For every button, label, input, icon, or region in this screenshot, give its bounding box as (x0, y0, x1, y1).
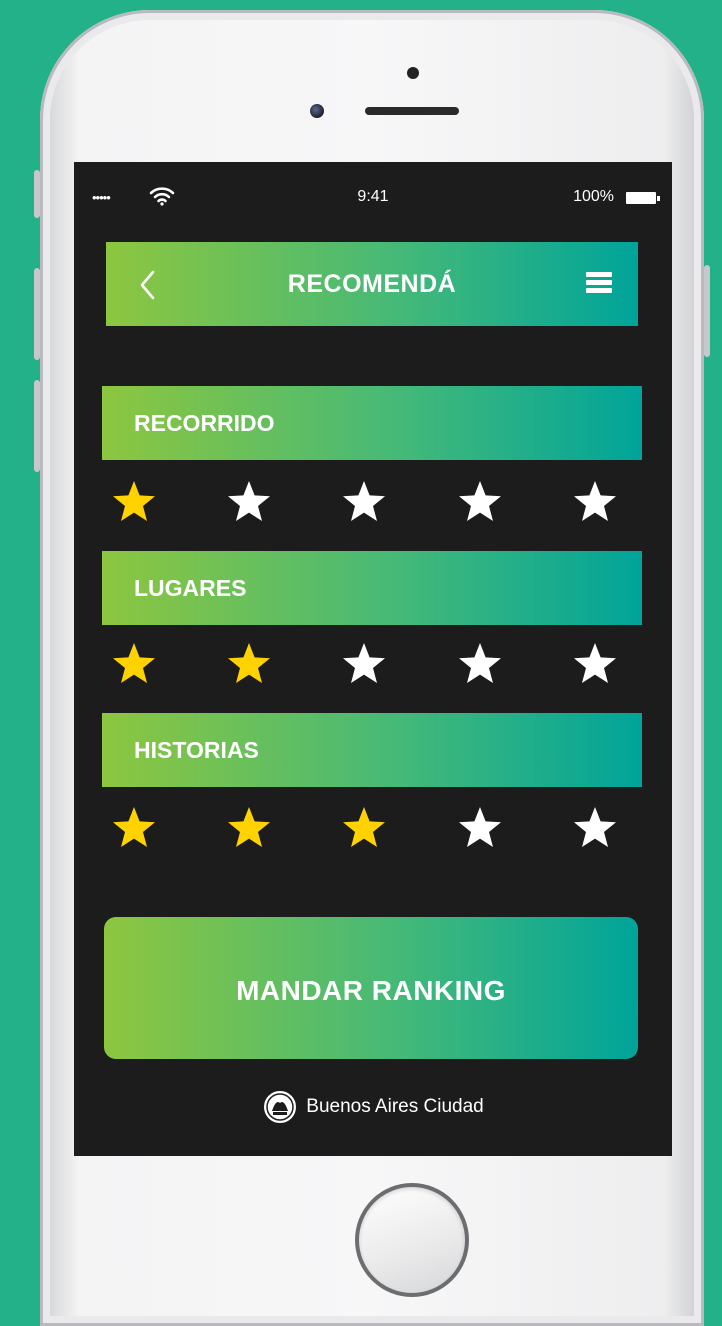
home-button[interactable] (355, 1183, 469, 1297)
app-header: RECOMENDÁ (106, 242, 638, 326)
star-filled-icon[interactable] (110, 478, 158, 526)
status-bar: ••••• 9:41 100% (74, 162, 672, 230)
star-filled-icon[interactable] (340, 804, 388, 852)
footer-brand: Buenos Aires Ciudad (306, 1096, 484, 1117)
star-filled-icon[interactable] (225, 804, 273, 852)
star-empty-icon[interactable] (456, 640, 504, 688)
phone-screen: ••••• 9:41 100% RECOMENDÁ RECORRIDO LUGA… (74, 162, 672, 1156)
rating-stars-historias (110, 804, 650, 860)
volume-down-button (34, 380, 40, 472)
star-empty-icon[interactable] (340, 640, 388, 688)
send-ranking-button[interactable]: MANDAR RANKING (104, 917, 638, 1059)
category-label: LUGARES (134, 575, 247, 601)
star-empty-icon[interactable] (571, 478, 619, 526)
category-label: HISTORIAS (134, 737, 259, 763)
star-empty-icon[interactable] (225, 478, 273, 526)
proximity-sensor (407, 67, 419, 79)
power-button (704, 265, 710, 357)
volume-up-button (34, 268, 40, 360)
star-empty-icon[interactable] (456, 478, 504, 526)
footer: Buenos Aires Ciudad (74, 1089, 672, 1133)
star-empty-icon[interactable] (571, 804, 619, 852)
mute-switch (34, 170, 40, 218)
rating-stars-lugares (110, 640, 650, 696)
rating-stars-recorrido (110, 478, 650, 534)
back-chevron-icon[interactable] (134, 268, 164, 302)
category-recorrido: RECORRIDO (102, 386, 642, 460)
battery-icon (626, 192, 660, 204)
category-historias: HISTORIAS (102, 713, 642, 787)
front-camera (310, 104, 324, 118)
category-label: RECORRIDO (134, 410, 275, 436)
star-filled-icon[interactable] (110, 640, 158, 688)
star-filled-icon[interactable] (225, 640, 273, 688)
city-seal-icon (263, 1090, 298, 1124)
page-title: RECOMENDÁ (287, 270, 457, 298)
category-lugares: LUGARES (102, 551, 642, 625)
battery-percent: 100% (573, 188, 614, 205)
star-empty-icon[interactable] (456, 804, 504, 852)
hamburger-menu-icon[interactable] (586, 272, 612, 294)
star-empty-icon[interactable] (340, 478, 388, 526)
star-filled-icon[interactable] (110, 804, 158, 852)
star-empty-icon[interactable] (571, 640, 619, 688)
earpiece-speaker (365, 107, 459, 115)
